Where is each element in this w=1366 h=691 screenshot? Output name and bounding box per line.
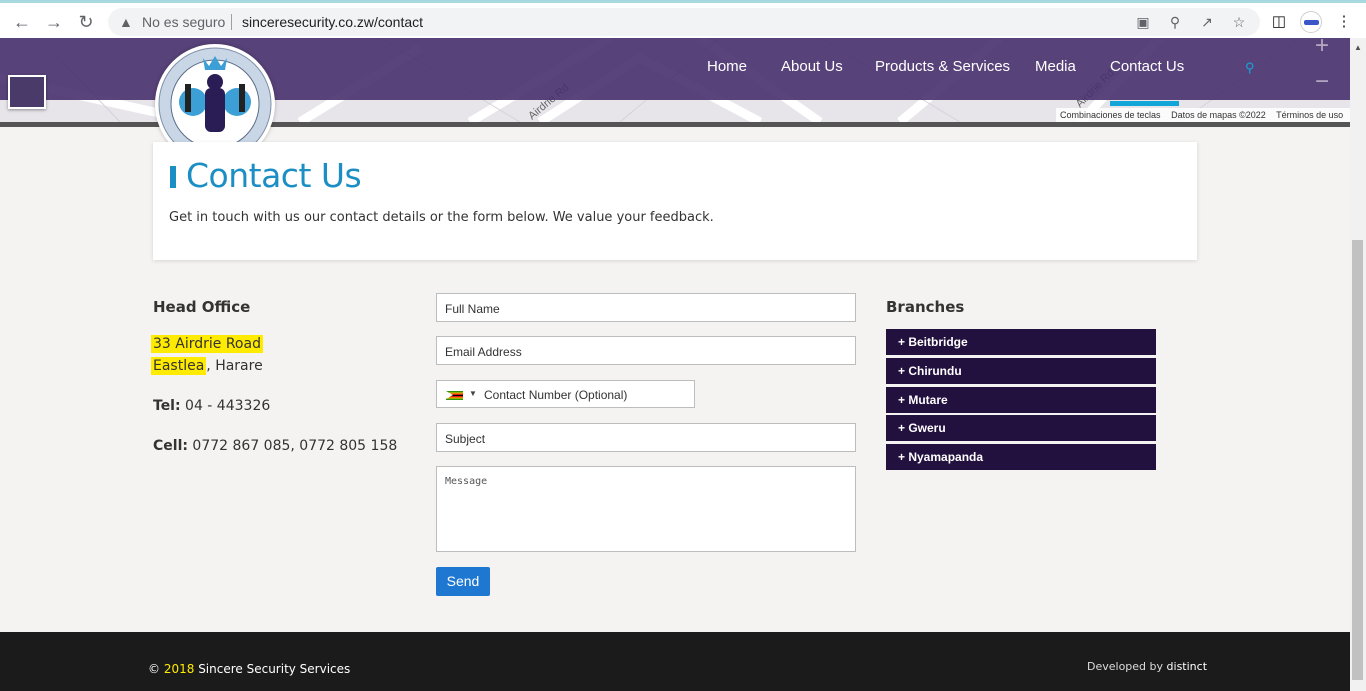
page-subtitle: Get in touch with us our contact details… [169,210,714,225]
message-textarea[interactable]: Message [436,466,856,552]
cell-label: Cell: [153,438,188,454]
bookmark-star-icon[interactable]: ☆ [1230,13,1248,31]
nav-about-us[interactable]: About Us [781,58,843,75]
forward-icon[interactable]: → [43,11,65,33]
address-line1: 33 Airdrie Road [151,335,263,353]
scrollbar-thumb[interactable] [1352,240,1363,680]
back-icon[interactable]: ← [11,11,33,33]
address-bar[interactable]: ▲ No es seguro sinceresecurity.co.zw/con… [108,8,1260,36]
full-name-input[interactable]: Full Name [436,293,856,322]
copyright-company: Sincere Security Services [194,662,351,676]
map-terms-link[interactable]: Términos de uso [1276,110,1343,120]
warning-icon: ▲ [119,14,133,30]
nav-home[interactable]: Home [707,58,747,75]
map-zoom-in-icon[interactable]: + [1309,38,1335,60]
profile-avatar[interactable] [1300,11,1322,33]
map-data-label: Datos de mapas ©2022 [1171,110,1266,120]
head-office-title: Head Office [153,298,251,316]
copyright-year: 2018 [163,662,195,676]
title-accent-bar [170,166,176,188]
branch-mutare[interactable]: + Mutare [886,387,1156,413]
reload-icon[interactable]: ↻ [75,11,97,33]
contact-header-card: Contact Us Get in touch with us our cont… [153,142,1197,260]
nav-active-indicator [1110,101,1179,106]
address-line2: Eastlea, Harare [151,357,263,375]
site-footer: © 2018 Sincere Security Services Develop… [0,632,1350,691]
developer-logo[interactable]: distinct [1167,660,1207,673]
subject-input[interactable]: Subject [436,423,856,452]
zoom-icon[interactable]: ⚲ [1166,13,1184,31]
nav-products-services[interactable]: Products & Services [875,58,1010,75]
share-icon[interactable]: ↗ [1198,13,1216,31]
menu-kebab-icon[interactable]: ⋮ [1334,12,1354,32]
tel-line: Tel: 04 - 443326 [153,398,270,414]
tel-value[interactable]: 04 - 443326 [181,398,270,414]
omnibox-separator [231,14,232,30]
search-icon[interactable]: ⚲ [1245,60,1255,76]
developer-credit[interactable]: Developed by distinct [1087,660,1207,673]
country-dropdown-caret-icon[interactable]: ▼ [469,389,477,398]
nav-contact-us[interactable]: Contact Us [1110,58,1184,75]
cell-line: Cell: 0772 867 085, 0772 805 158 [153,438,397,454]
copyright-symbol: © [148,662,164,676]
map-attribution: Combinaciones de teclas Datos de mapas ©… [1056,108,1350,122]
page-title: Contact Us [186,156,362,195]
flag-triangle [446,391,453,399]
browser-toolbar: ← → ↻ ▲ No es seguro sinceresecurity.co.… [0,0,1366,38]
cell-value[interactable]: 0772 867 085, 0772 805 158 [188,438,397,454]
tel-label: Tel: [153,398,181,414]
translate-icon[interactable]: ▣ [1134,13,1152,31]
address-suburb: Eastlea [151,357,207,375]
branch-nyamapanda[interactable]: + Nyamapanda [886,444,1156,470]
contact-number-input[interactable]: ▼ Contact Number (Optional) [436,380,695,408]
branch-gweru[interactable]: + Gweru [886,415,1156,441]
branch-beitbridge[interactable]: + Beitbridge [886,329,1156,355]
copyright: © 2018 Sincere Security Services [148,662,350,676]
send-button[interactable]: Send [436,567,490,596]
nav-media[interactable]: Media [1035,58,1076,75]
page-content: Airdrie Rd Airdrie Rd Combinaciones de t… [0,38,1350,691]
branches-title: Branches [886,298,965,316]
map-satellite-toggle[interactable] [8,75,46,109]
email-input[interactable]: Email Address [436,336,856,365]
contact-number-placeholder: Contact Number (Optional) [484,388,628,402]
map-keyboard-shortcuts-link[interactable]: Combinaciones de teclas [1060,110,1161,120]
map-zoom-out-icon[interactable]: − [1309,70,1335,96]
url-text[interactable]: sinceresecurity.co.zw/contact [242,14,423,30]
address-street: 33 Airdrie Road [151,335,263,353]
address-city: , Harare [206,358,263,374]
scroll-up-arrow-icon[interactable]: ▲ [1354,43,1362,52]
not-secure-label[interactable]: No es seguro [142,14,225,30]
developed-by-label: Developed by [1087,660,1167,673]
side-panel-icon[interactable]: ◫ [1269,12,1289,32]
branch-chirundu[interactable]: + Chirundu [886,358,1156,384]
